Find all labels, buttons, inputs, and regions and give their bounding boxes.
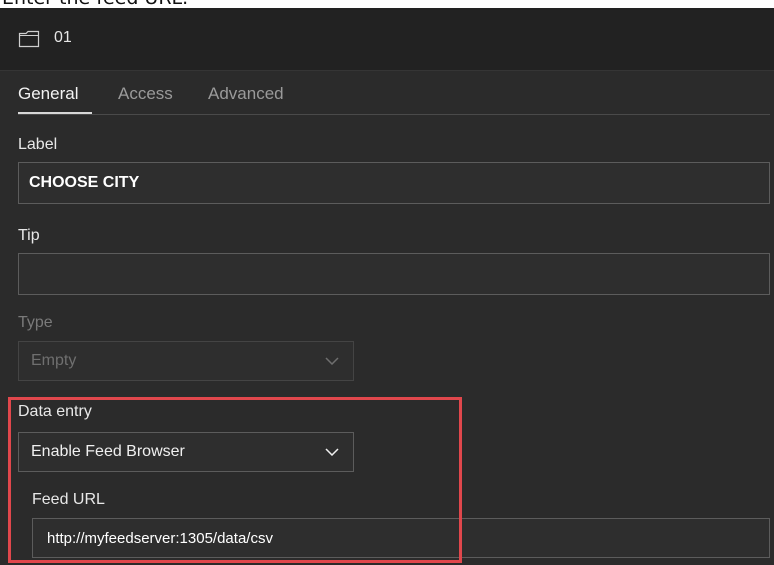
caption-strip: Enter the feed URL. xyxy=(0,0,774,8)
type-select: Empty xyxy=(18,341,354,381)
tip-field-title: Tip xyxy=(18,227,40,244)
data-entry-field-title: Data entry xyxy=(18,403,92,420)
label-field-title: Label xyxy=(18,136,58,153)
panel-title-bar: 01 xyxy=(0,8,774,71)
label-input[interactable] xyxy=(18,162,770,204)
chevron-down-icon xyxy=(325,448,339,456)
chevron-down-icon xyxy=(325,357,339,365)
tab-divider xyxy=(18,114,770,115)
panel-title: 01 xyxy=(54,29,72,46)
data-entry-select-value: Enable Feed Browser xyxy=(31,443,185,460)
tab-access[interactable]: Access xyxy=(118,84,173,104)
feed-url-input[interactable] xyxy=(32,518,770,558)
tab-general[interactable]: General xyxy=(18,84,78,104)
type-select-value: Empty xyxy=(31,352,77,369)
type-field-title: Type xyxy=(18,314,53,331)
feed-url-field-title: Feed URL xyxy=(32,491,105,508)
properties-panel: 01 General Access Advanced Label Tip Typ… xyxy=(0,8,774,565)
tip-input[interactable] xyxy=(18,253,770,295)
data-entry-select[interactable]: Enable Feed Browser xyxy=(18,432,354,472)
folder-icon xyxy=(18,30,40,48)
tab-advanced[interactable]: Advanced xyxy=(208,84,284,104)
caption-text: Enter the feed URL. xyxy=(2,0,188,8)
